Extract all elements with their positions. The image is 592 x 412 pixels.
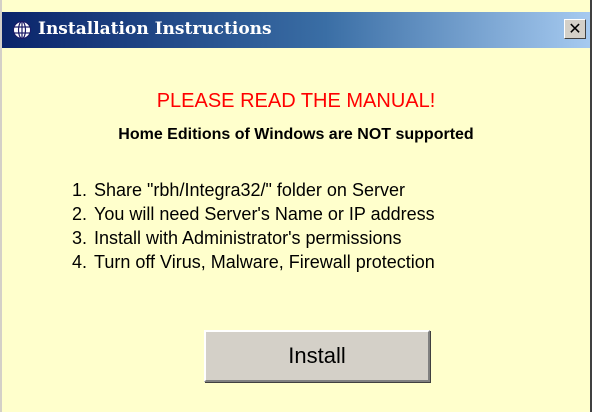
step-number: 4. — [72, 252, 88, 272]
instruction-list: 1. Share "rbh/Integra32/" folder on Serv… — [72, 178, 435, 274]
globe-icon — [12, 20, 32, 40]
step-text: Share "rbh/Integra32/" folder on Server — [94, 180, 405, 200]
step-text: Turn off Virus, Malware, Firewall protec… — [94, 252, 435, 272]
step-number: 3. — [72, 228, 88, 248]
instruction-step: 3. Install with Administrator's permissi… — [72, 226, 435, 250]
title-bar[interactable]: Installation Instructions ✕ — [2, 12, 590, 48]
step-text: You will need Server's Name or IP addres… — [94, 204, 435, 224]
instruction-step: 1. Share "rbh/Integra32/" folder on Serv… — [72, 178, 435, 202]
step-number: 1. — [72, 180, 88, 200]
windows-edition-notice: Home Editions of Windows are NOT support… — [118, 126, 474, 143]
step-text: Install with Administrator's permissions — [94, 228, 402, 248]
install-button[interactable]: Install — [204, 330, 430, 382]
instruction-step: 4. Turn off Virus, Malware, Firewall pro… — [72, 250, 435, 274]
manual-warning-heading: PLEASE READ THE MANUAL! — [156, 90, 436, 112]
close-icon: ✕ — [568, 19, 582, 38]
installation-dialog: Installation Instructions ✕ PLEASE READ … — [0, 0, 592, 412]
close-button[interactable]: ✕ — [564, 19, 586, 39]
instruction-step: 2. You will need Server's Name or IP add… — [72, 202, 435, 226]
step-number: 2. — [72, 204, 88, 224]
window-title: Installation Instructions — [38, 19, 272, 39]
